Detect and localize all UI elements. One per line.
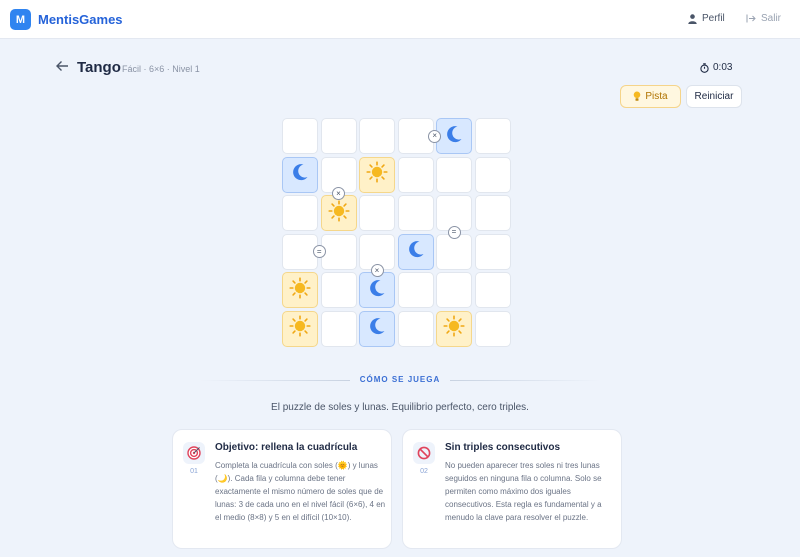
equal-constraint: = <box>312 245 326 258</box>
opposite-constraint: × <box>428 129 442 143</box>
board-cell-empty[interactable] <box>436 233 472 270</box>
board-cell-empty[interactable] <box>474 118 511 154</box>
profile-link[interactable]: Perfil <box>688 13 725 24</box>
board-cell-empty[interactable] <box>320 233 357 270</box>
board-cell-empty[interactable] <box>436 272 472 308</box>
brand-name[interactable]: MentisGames <box>38 12 123 27</box>
board-cell-moon[interactable] <box>282 156 318 193</box>
board-cell-sun[interactable] <box>359 156 395 193</box>
board-cell-empty[interactable] <box>474 156 511 193</box>
logo-icon[interactable]: M <box>10 9 31 30</box>
sun-icon <box>327 199 350 227</box>
board-cell-moon[interactable] <box>436 118 472 154</box>
board-cell-empty[interactable] <box>397 310 434 347</box>
card-title: Sin triples consecutivos <box>445 442 561 453</box>
rule-card-objective: 01 Objetivo: rellena la cuadrícula Compl… <box>172 429 392 549</box>
board-cell-empty[interactable] <box>474 195 511 231</box>
logout-icon <box>746 14 756 23</box>
top-bar: M MentisGames Perfil Salir <box>0 0 800 39</box>
card-title: Objetivo: rellena la cuadrícula <box>215 442 358 453</box>
how-to-play-heading: CÓMO SE JUEGA <box>359 375 441 384</box>
user-icon <box>688 13 697 24</box>
back-button[interactable] <box>55 59 69 76</box>
level-subtitle: Fácil · 6×6 · Nivel 1 <box>122 64 200 74</box>
moon-icon <box>290 162 310 187</box>
board-cell-empty[interactable] <box>474 310 511 347</box>
sun-icon <box>443 315 465 342</box>
card-description: Completa la cuadrícula con soles (🌞) y l… <box>215 461 386 522</box>
board-cell-moon[interactable] <box>359 272 395 308</box>
moon-icon <box>406 239 426 264</box>
card-description: No pueden aparecer tres soles ni tres lu… <box>445 461 602 522</box>
moon-icon <box>444 124 464 149</box>
sun-icon <box>366 161 388 188</box>
timer: 0:03 <box>700 62 732 73</box>
reset-button[interactable]: Reiniciar <box>686 85 742 108</box>
board-cell-empty[interactable] <box>359 195 395 231</box>
logout-label: Salir <box>761 13 782 24</box>
arrow-left-icon <box>56 61 68 71</box>
section-divider-left <box>200 380 350 381</box>
section-divider-right <box>450 380 600 381</box>
card-number: 02 <box>420 468 428 475</box>
board-cell-empty[interactable] <box>397 195 434 231</box>
board-cell-empty[interactable] <box>282 195 318 231</box>
board-cell-empty[interactable] <box>474 272 511 308</box>
timer-value: 0:03 <box>713 62 733 73</box>
target-icon <box>183 442 205 464</box>
sun-icon <box>289 315 311 342</box>
moon-icon <box>367 278 387 303</box>
page-title: Tango <box>77 59 121 76</box>
board-cell-empty[interactable] <box>282 118 318 154</box>
sun-icon <box>289 276 311 304</box>
hint-button[interactable]: Pista <box>620 85 681 108</box>
profile-label: Perfil <box>702 13 725 24</box>
equal-constraint: = <box>447 225 461 239</box>
board-cell-empty[interactable] <box>320 310 357 347</box>
opposite-constraint: × <box>370 264 384 278</box>
board-cell-moon[interactable] <box>397 233 434 270</box>
board-cell-sun[interactable] <box>282 272 318 308</box>
moon-icon <box>367 316 387 341</box>
board-cell-empty[interactable] <box>397 272 434 308</box>
lightbulb-icon <box>634 91 641 101</box>
board-cell-empty[interactable] <box>320 118 357 154</box>
hint-label: Pista <box>645 91 668 102</box>
board-cell-sun[interactable] <box>320 195 357 231</box>
board-cell-empty[interactable] <box>359 118 395 154</box>
board-cell-sun[interactable] <box>282 310 318 347</box>
no-entry-icon <box>413 442 435 464</box>
stopwatch-icon <box>700 62 709 73</box>
board-cell-sun[interactable] <box>436 310 472 347</box>
rule-card-no-triples: 02 Sin triples consecutivos No pueden ap… <box>402 429 622 549</box>
board-cell-empty[interactable] <box>320 272 357 308</box>
board-cell-empty[interactable] <box>397 156 434 193</box>
how-to-play-tagline: El puzzle de soles y lunas. Equilibrio p… <box>271 402 529 413</box>
board-cell-moon[interactable] <box>359 310 395 347</box>
game-board: × × = = × <box>282 118 512 348</box>
board-cell-empty[interactable] <box>474 233 511 270</box>
logout-link[interactable]: Salir <box>746 13 781 24</box>
card-number: 01 <box>190 468 198 475</box>
board-cell-empty[interactable] <box>436 156 472 193</box>
